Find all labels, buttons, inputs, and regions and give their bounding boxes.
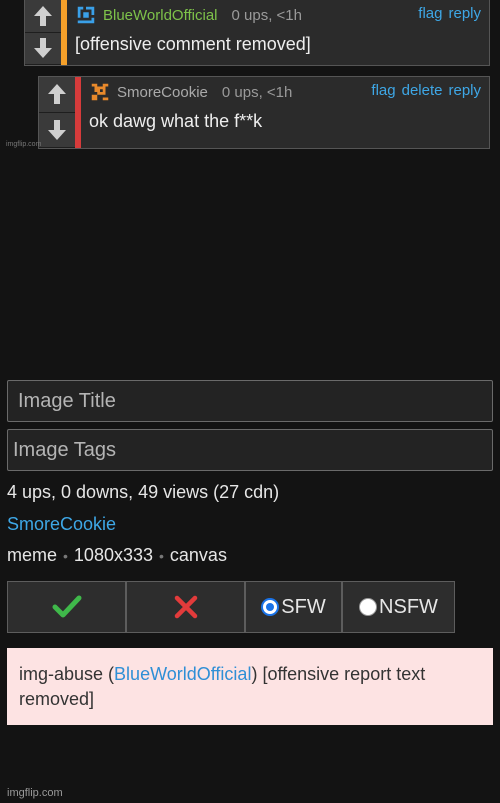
radio-unselected-icon: [359, 598, 378, 616]
report-prefix: img-abuse (: [19, 664, 115, 684]
separator-dot: •: [159, 547, 164, 564]
flag-link[interactable]: flag: [418, 5, 442, 22]
comment-text: ok dawg what the f**k: [89, 111, 263, 131]
image-size: 1080x333: [73, 545, 153, 565]
avatar[interactable]: [89, 81, 111, 103]
watermark: imgflip.com: [7, 787, 63, 799]
image-info: meme • 1080x333 • canvas: [7, 545, 227, 566]
reject-button[interactable]: [126, 581, 245, 633]
moderation-buttons: SFW NSFW: [7, 581, 455, 633]
comment-meta: 0 ups, <1h: [231, 6, 302, 24]
vote-column: [25, 0, 61, 65]
arrow-up-icon: [48, 84, 66, 105]
image-source: canvas: [169, 545, 227, 565]
delete-link[interactable]: delete: [402, 82, 443, 99]
comment: BlueWorldOfficial 0 ups, <1h flag reply […: [24, 0, 490, 66]
arrow-down-icon: [34, 38, 52, 59]
report-user-link[interactable]: BlueWorldOfficial: [114, 664, 251, 684]
comment-reply: SmoreCookie 0 ups, <1h flag delete reply o…: [38, 76, 490, 149]
image-type: meme: [7, 545, 58, 565]
flag-link[interactable]: flag: [371, 82, 395, 99]
avatar[interactable]: [75, 4, 97, 26]
comment-actions: flag delete reply: [365, 82, 481, 99]
comment-text: [offensive comment removed]: [75, 34, 311, 54]
sfw-option[interactable]: SFW: [245, 581, 342, 633]
comment-body: BlueWorldOfficial 0 ups, <1h flag reply […: [67, 0, 489, 65]
upvote-button[interactable]: [39, 77, 75, 113]
downvote-button[interactable]: [39, 112, 75, 148]
watermark-small: imgflip.com: [6, 141, 42, 148]
reply-link[interactable]: reply: [448, 5, 481, 22]
image-tags-input[interactable]: [7, 429, 493, 471]
comment-meta: 0 ups, <1h: [221, 83, 293, 101]
radio-selected-icon: [261, 598, 280, 616]
sfw-label: SFW: [281, 595, 326, 618]
comment-username[interactable]: SmoreCookie: [117, 84, 208, 101]
separator-dot: •: [63, 547, 68, 564]
image-stats: 4 ups, 0 downs, 49 views (27 cdn): [7, 482, 280, 502]
nsfw-label: NSFW: [379, 595, 438, 618]
reply-link[interactable]: reply: [448, 82, 481, 99]
comment-actions: flag reply: [412, 5, 481, 22]
nsfw-option[interactable]: NSFW: [342, 581, 455, 633]
vote-column: [39, 77, 75, 148]
approve-button[interactable]: [7, 581, 126, 633]
arrow-down-icon: [48, 119, 66, 140]
comment-body: SmoreCookie 0 ups, <1h flag delete reply o…: [81, 77, 489, 148]
report-suffix: ): [251, 664, 258, 684]
author-link[interactable]: SmoreCookie: [7, 514, 116, 535]
comment-username[interactable]: BlueWorldOfficial: [103, 7, 218, 24]
abuse-report: img-abuse (BlueWorldOfficial) [offensive…: [7, 648, 493, 725]
image-title-input[interactable]: [7, 380, 493, 422]
arrow-up-icon: [34, 5, 52, 26]
x-icon: [174, 595, 197, 619]
downvote-button[interactable]: [25, 32, 61, 65]
check-icon: [52, 595, 81, 618]
upvote-button[interactable]: [25, 0, 61, 33]
